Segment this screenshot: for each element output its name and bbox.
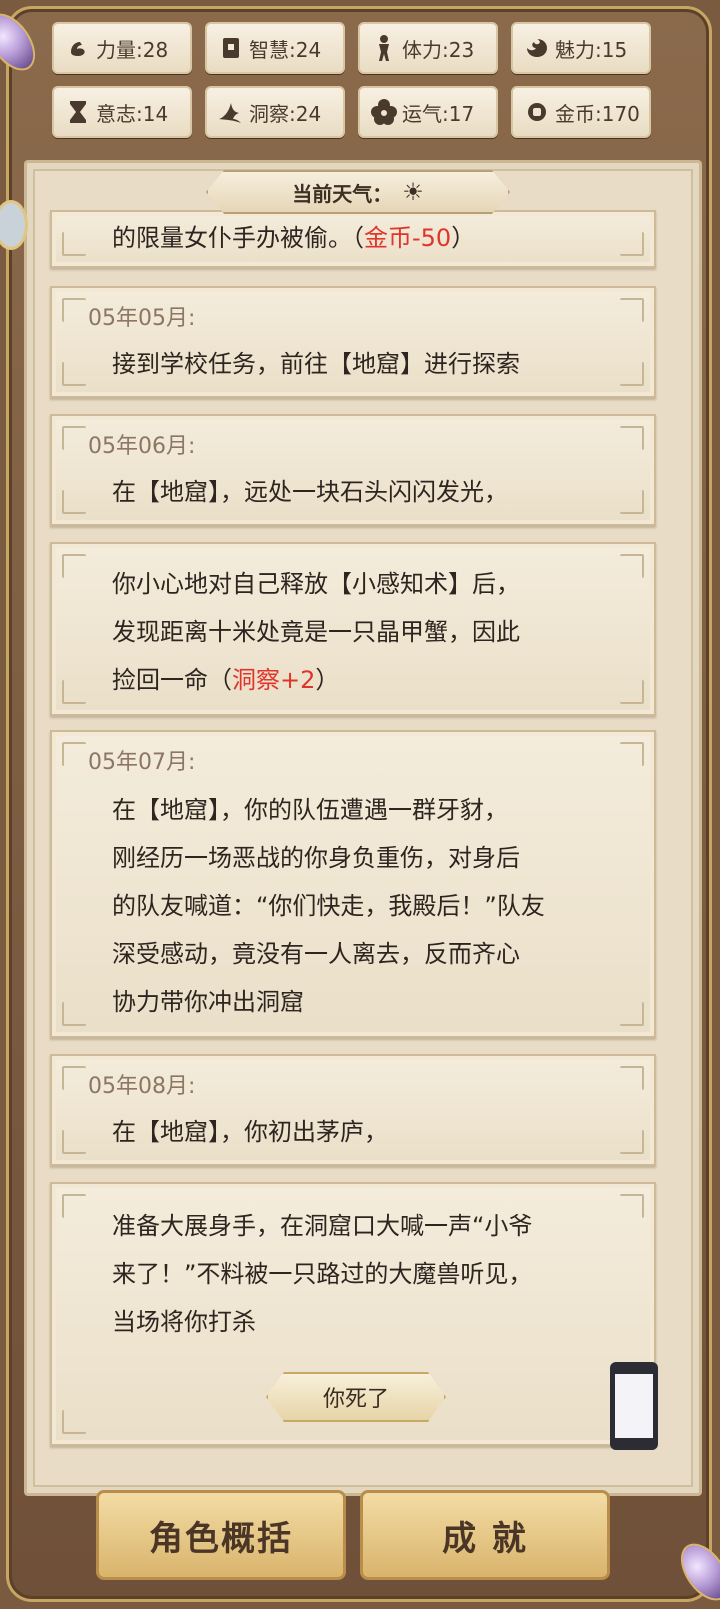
phone-icon[interactable]	[610, 1362, 658, 1450]
stat-label: 魅力:15	[555, 37, 628, 62]
corner-ornament	[620, 680, 644, 704]
log-text: 在【地窟】，你初出茅庐，	[112, 1118, 388, 1146]
corner-ornament	[62, 362, 86, 386]
stat-label: 金币:170	[555, 101, 640, 126]
you-died-button[interactable]: 你死了	[266, 1372, 446, 1422]
log-entry: 05年05月: 接到学校任务，前往【地窟】进行探索	[50, 286, 656, 398]
corner-ornament	[62, 490, 86, 514]
log-date: 05年06月:	[88, 434, 196, 459]
arm-icon	[64, 34, 92, 62]
corner-ornament	[62, 680, 86, 704]
stat-label: 洞察:24	[249, 101, 322, 126]
stats-grid: 力量:28 智慧:24 体力:23 魅力:15 意志:14 洞察:24 运气:1…	[52, 22, 668, 138]
log-line: 当场将你打杀	[112, 1308, 256, 1336]
stat-wisdom[interactable]: 智慧:24	[205, 22, 345, 74]
corner-ornament	[62, 426, 86, 450]
coin-icon	[523, 98, 551, 126]
charm-icon	[523, 34, 551, 62]
corner-ornament	[62, 742, 86, 766]
log-entry: 你小心地对自己释放【小感知术】后， 发现距离十米处竟是一只晶甲蟹，因此 捡回一命…	[50, 542, 656, 716]
log-line: 来了！”不料被一只路过的大魔兽听见，	[112, 1260, 533, 1288]
log-date: 05年07月:	[88, 750, 196, 775]
log-entry: 05年07月: 在【地窟】，你的队伍遭遇一群牙豺， 刚经历一场恶战的你身负重伤，…	[50, 730, 656, 1038]
corner-ornament	[620, 1194, 644, 1218]
log-entry: 05年06月: 在【地窟】，远处一块石头闪闪发光，	[50, 414, 656, 526]
achievements-button[interactable]: 成 就	[360, 1490, 610, 1580]
stat-insight[interactable]: 洞察:24	[205, 86, 345, 138]
corner-ornament	[620, 232, 644, 256]
corner-ornament	[620, 490, 644, 514]
corner-ornament	[62, 1066, 86, 1090]
log-date: 05年05月:	[88, 306, 196, 331]
stat-stamina[interactable]: 体力:23	[358, 22, 498, 74]
corner-ornament	[62, 554, 86, 578]
character-summary-button[interactable]: 角色概括	[96, 1490, 346, 1580]
corner-ornament	[620, 742, 644, 766]
corner-ornament	[620, 554, 644, 578]
stat-label: 体力:23	[402, 37, 475, 62]
book-icon	[217, 34, 245, 62]
corner-ornament	[620, 298, 644, 322]
claw-icon	[217, 98, 245, 126]
log-line: 深受感动，竟没有一人离去，反而齐心	[112, 940, 520, 968]
corner-ornament	[62, 232, 86, 256]
stat-label: 运气:17	[402, 101, 475, 126]
corner-ornament	[620, 1066, 644, 1090]
corner-ornament	[62, 1002, 86, 1026]
log-line: 的队友喊道：“你们快走，我殿后！”队友	[112, 892, 545, 920]
log-line: 刚经历一场恶战的你身负重伤，对身后	[112, 844, 520, 872]
log-entry: 05年08月: 在【地窟】，你初出茅庐，	[50, 1054, 656, 1166]
log-line: 准备大展身手，在洞窟口大喊一声“小爷	[112, 1212, 533, 1240]
corner-ornament	[620, 1130, 644, 1154]
stat-gold[interactable]: 金币:170	[511, 86, 651, 138]
stat-label: 意志:14	[96, 101, 169, 126]
corner-ornament	[62, 1130, 86, 1154]
gold-change: 金币-50	[364, 224, 452, 252]
corner-ornament	[620, 426, 644, 450]
log-text: 在【地窟】，远处一块石头闪闪发光，	[112, 478, 508, 506]
log-text: 你小心地对自己释放【小感知术】后， 发现距离十米处竟是一只晶甲蟹，因此 捡回一命…	[112, 560, 612, 704]
log-line: 发现距离十米处竟是一只晶甲蟹，因此	[112, 618, 520, 646]
stat-strength[interactable]: 力量:28	[52, 22, 192, 74]
corner-ornament	[620, 362, 644, 386]
log-text: 的限量女仆手办被偷。（金币-50）	[112, 224, 476, 252]
log-text: 在【地窟】，你的队伍遭遇一群牙豺， 刚经历一场恶战的你身负重伤，对身后 的队友喊…	[112, 786, 612, 1026]
corner-ornament	[62, 298, 86, 322]
log-text: 接到学校任务，前往【地窟】进行探索	[112, 350, 520, 378]
stat-will[interactable]: 意志:14	[52, 86, 192, 138]
log-entry: 的限量女仆手办被偷。（金币-50）	[50, 210, 656, 268]
corner-ornament	[62, 1410, 86, 1434]
stat-label: 智慧:24	[249, 37, 322, 62]
log-line: 协力带你冲出洞窟	[112, 988, 304, 1016]
log-line: 在【地窟】，你的队伍遭遇一群牙豺，	[112, 796, 508, 824]
person-icon	[370, 34, 398, 62]
weather-banner: 当前天气： ☀	[206, 170, 510, 214]
weather-label: 当前天气：	[292, 181, 393, 206]
log-text: 准备大展身手，在洞窟口大喊一声“小爷 来了！”不料被一只路过的大魔兽听见， 当场…	[112, 1202, 612, 1346]
corner-ornament	[62, 1194, 86, 1218]
sun-icon: ☀	[402, 178, 424, 206]
log-date: 05年08月:	[88, 1074, 196, 1099]
hourglass-icon	[64, 98, 92, 126]
stat-charm[interactable]: 魅力:15	[511, 22, 651, 74]
log-line: 你小心地对自己释放【小感知术】后，	[112, 570, 520, 598]
corner-ornament	[620, 1002, 644, 1026]
phone-screen	[615, 1374, 653, 1438]
stat-luck[interactable]: 运气:17	[358, 86, 498, 138]
stat-label: 力量:28	[96, 37, 169, 62]
clover-icon	[370, 98, 398, 126]
insight-change: 洞察+2	[232, 666, 316, 694]
log-line: 捡回一命（洞察+2）	[112, 666, 340, 694]
